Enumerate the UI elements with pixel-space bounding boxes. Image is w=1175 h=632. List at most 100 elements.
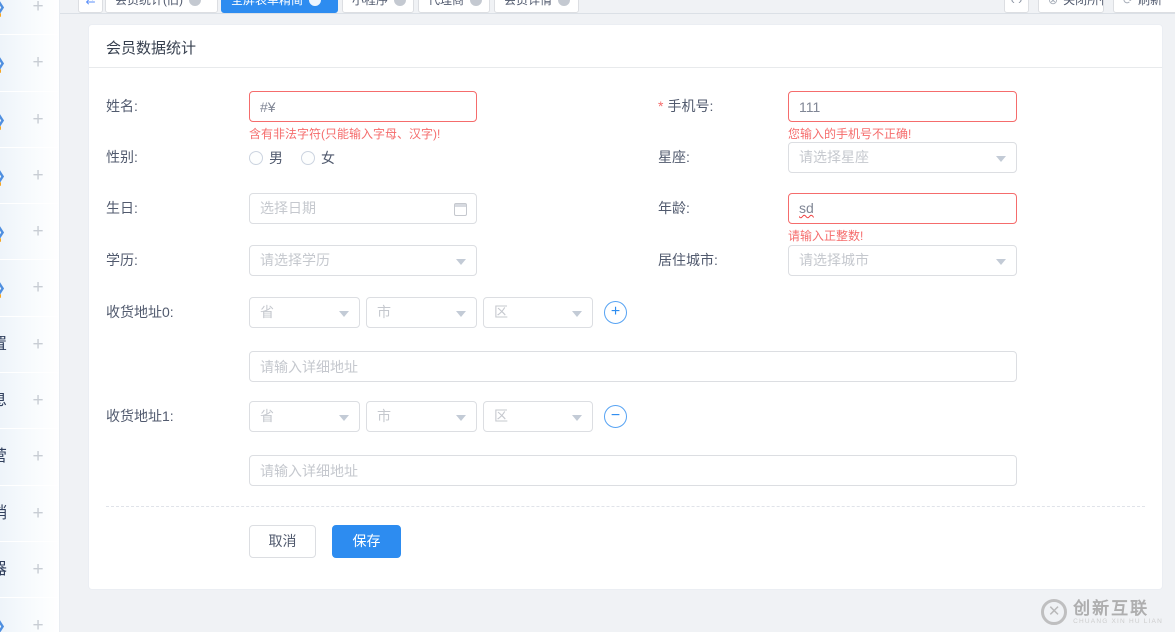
tab-label: 会员统计(旧) xyxy=(115,0,183,7)
expand-plus-icon[interactable]: + xyxy=(29,260,47,315)
gender-label: 性别: xyxy=(106,149,138,165)
tab-switch-button[interactable]: ⇄ xyxy=(78,0,103,13)
address1-city-select[interactable]: 市 xyxy=(366,401,477,432)
address0-detail-input[interactable] xyxy=(249,351,1017,382)
expand-plus-icon[interactable]: + xyxy=(29,204,47,259)
tab-member-stats-old[interactable]: 会员统计(旧) xyxy=(105,0,218,13)
tab-scroll-button[interactable]: ‹ › xyxy=(1004,0,1029,13)
expand-plus-icon[interactable]: + xyxy=(29,148,47,203)
phone-input[interactable] xyxy=(788,91,1017,122)
save-button[interactable]: 保存 xyxy=(332,525,401,558)
sidebar-item[interactable]: ❯ + xyxy=(0,598,59,632)
radio-circle-icon[interactable] xyxy=(249,150,263,165)
menu-item-icon: ❯ xyxy=(0,35,6,90)
address1-label: 收货地址1: xyxy=(106,408,174,424)
chevron-down-icon xyxy=(572,311,582,317)
chevron-down-icon xyxy=(572,415,582,421)
tab-label: 全屏表单精简 xyxy=(231,0,304,7)
expand-plus-icon[interactable]: + xyxy=(29,92,47,147)
tab-close-icon[interactable] xyxy=(558,0,571,6)
cancel-button[interactable]: 取消 xyxy=(249,525,316,558)
age-input[interactable]: sd xyxy=(788,193,1017,224)
constellation-placeholder: 请选择星座 xyxy=(799,149,869,165)
sidebar-item[interactable]: ❯ + xyxy=(0,147,59,204)
city-select[interactable]: 请选择城市 xyxy=(788,245,1017,276)
expand-plus-icon[interactable]: + xyxy=(29,598,47,632)
menu-item-label-fragment: 息 xyxy=(0,373,7,428)
tab-close-icon[interactable] xyxy=(470,0,483,6)
sidebar-item[interactable]: ❯ + xyxy=(0,35,59,91)
district-placeholder: 区 xyxy=(494,304,508,320)
tab-close-icon[interactable] xyxy=(189,0,201,6)
tab-close-icon[interactable] xyxy=(394,0,407,6)
address1-detail-input[interactable] xyxy=(249,455,1017,486)
sidebar-menu: ❯ + ❯ + ❯ + ❯ + ❯ + ❯ + 置 + 息 + xyxy=(0,0,59,632)
add-address-button[interactable]: + xyxy=(604,301,627,324)
address0-district-select[interactable]: 区 xyxy=(483,297,593,328)
refresh-button[interactable]: ⟳ 刷新 xyxy=(1113,0,1175,13)
tab-close-icon[interactable] xyxy=(309,0,322,6)
sidebar-item[interactable]: ❯ + xyxy=(0,204,59,260)
birthday-label: 生日: xyxy=(106,200,138,216)
expand-plus-icon[interactable]: + xyxy=(29,486,47,541)
chevron-down-icon xyxy=(456,415,466,421)
card-divider xyxy=(89,67,1162,68)
expand-plus-icon[interactable]: + xyxy=(29,317,47,372)
sidebar-item[interactable]: 营 + xyxy=(0,429,59,485)
close-all-icon: ⊗ xyxy=(1048,0,1059,7)
city-label: 居住城市: xyxy=(658,252,718,268)
expand-plus-icon[interactable]: + xyxy=(29,373,47,428)
province-placeholder: 省 xyxy=(260,408,274,424)
menu-item-icon: ❯ xyxy=(0,92,6,147)
education-placeholder: 请选择学历 xyxy=(260,252,330,268)
expand-plus-icon[interactable]: + xyxy=(29,429,47,484)
name-input[interactable] xyxy=(249,91,477,122)
birthday-date-picker[interactable]: 选择日期 xyxy=(249,193,477,224)
tab-label: 代理商 xyxy=(428,0,465,7)
tab-label: 会员详情 xyxy=(504,0,553,7)
expand-plus-icon[interactable]: + xyxy=(29,542,47,597)
address1-district-select[interactable]: 区 xyxy=(483,401,593,432)
gender-male-radio[interactable]: 男 xyxy=(249,148,283,168)
address1-province-select[interactable]: 省 xyxy=(249,401,360,432)
refresh-icon: ⟳ xyxy=(1123,0,1134,7)
constellation-select[interactable]: 请选择星座 xyxy=(788,142,1017,173)
address0-city-select[interactable]: 市 xyxy=(366,297,477,328)
menu-item-icon: ❯ xyxy=(0,0,6,34)
brand-name: 创新互联 xyxy=(1073,598,1150,618)
chevron-down-icon xyxy=(996,259,1006,265)
sidebar: ❯ + ❯ + ❯ + ❯ + ❯ + ❯ + 置 + 息 + xyxy=(0,0,60,632)
tab-bar: ⇄ 会员统计(旧) 全屏表单精简 小程序 代理商 会员详情 ‹ › ⊗ 关闭所有… xyxy=(60,0,1175,14)
menu-item-label-fragment: 置 xyxy=(0,317,7,372)
form-footer-divider xyxy=(106,506,1145,507)
tab-member-detail[interactable]: 会员详情 xyxy=(494,0,579,13)
menu-item-icon: ❯ xyxy=(0,204,6,259)
name-error: 含有非法字符(只能输入字母、汉字)! xyxy=(249,127,441,141)
gender-female-radio[interactable]: 女 xyxy=(301,148,335,168)
sidebar-item[interactable]: ❯ + xyxy=(0,91,59,147)
chevron-down-icon xyxy=(339,311,349,317)
sidebar-item[interactable]: 销 + xyxy=(0,485,59,541)
education-select[interactable]: 请选择学历 xyxy=(249,245,477,276)
address0-province-select[interactable]: 省 xyxy=(249,297,360,328)
sidebar-item[interactable]: 置 + xyxy=(0,316,59,373)
city-placeholder: 市 xyxy=(377,304,391,320)
radio-circle-icon[interactable] xyxy=(301,150,315,165)
expand-plus-icon[interactable]: + xyxy=(29,0,47,34)
sidebar-item[interactable]: ❯ + xyxy=(0,260,59,316)
sidebar-item[interactable]: 息 + xyxy=(0,373,59,429)
brand-subtitle: CHUANG XIN HU LIAN xyxy=(1073,617,1163,625)
remove-address-button[interactable]: − xyxy=(604,405,627,428)
tab-mini-program[interactable]: 小程序 xyxy=(342,0,414,13)
tab-fullscreen-form[interactable]: 全屏表单精简 xyxy=(221,0,338,13)
close-all-tabs-button[interactable]: ⊗ 关闭所有 xyxy=(1038,0,1104,13)
sidebar-item[interactable]: ❯ + xyxy=(0,0,59,35)
expand-plus-icon[interactable]: + xyxy=(29,35,47,90)
city-placeholder: 市 xyxy=(377,408,391,424)
tab-agent[interactable]: 代理商 xyxy=(418,0,490,13)
district-placeholder: 区 xyxy=(494,408,508,424)
education-label: 学历: xyxy=(106,252,138,268)
chevron-down-icon xyxy=(339,415,349,421)
required-asterisk: * xyxy=(658,98,664,114)
sidebar-item[interactable]: 器 + xyxy=(0,541,59,598)
